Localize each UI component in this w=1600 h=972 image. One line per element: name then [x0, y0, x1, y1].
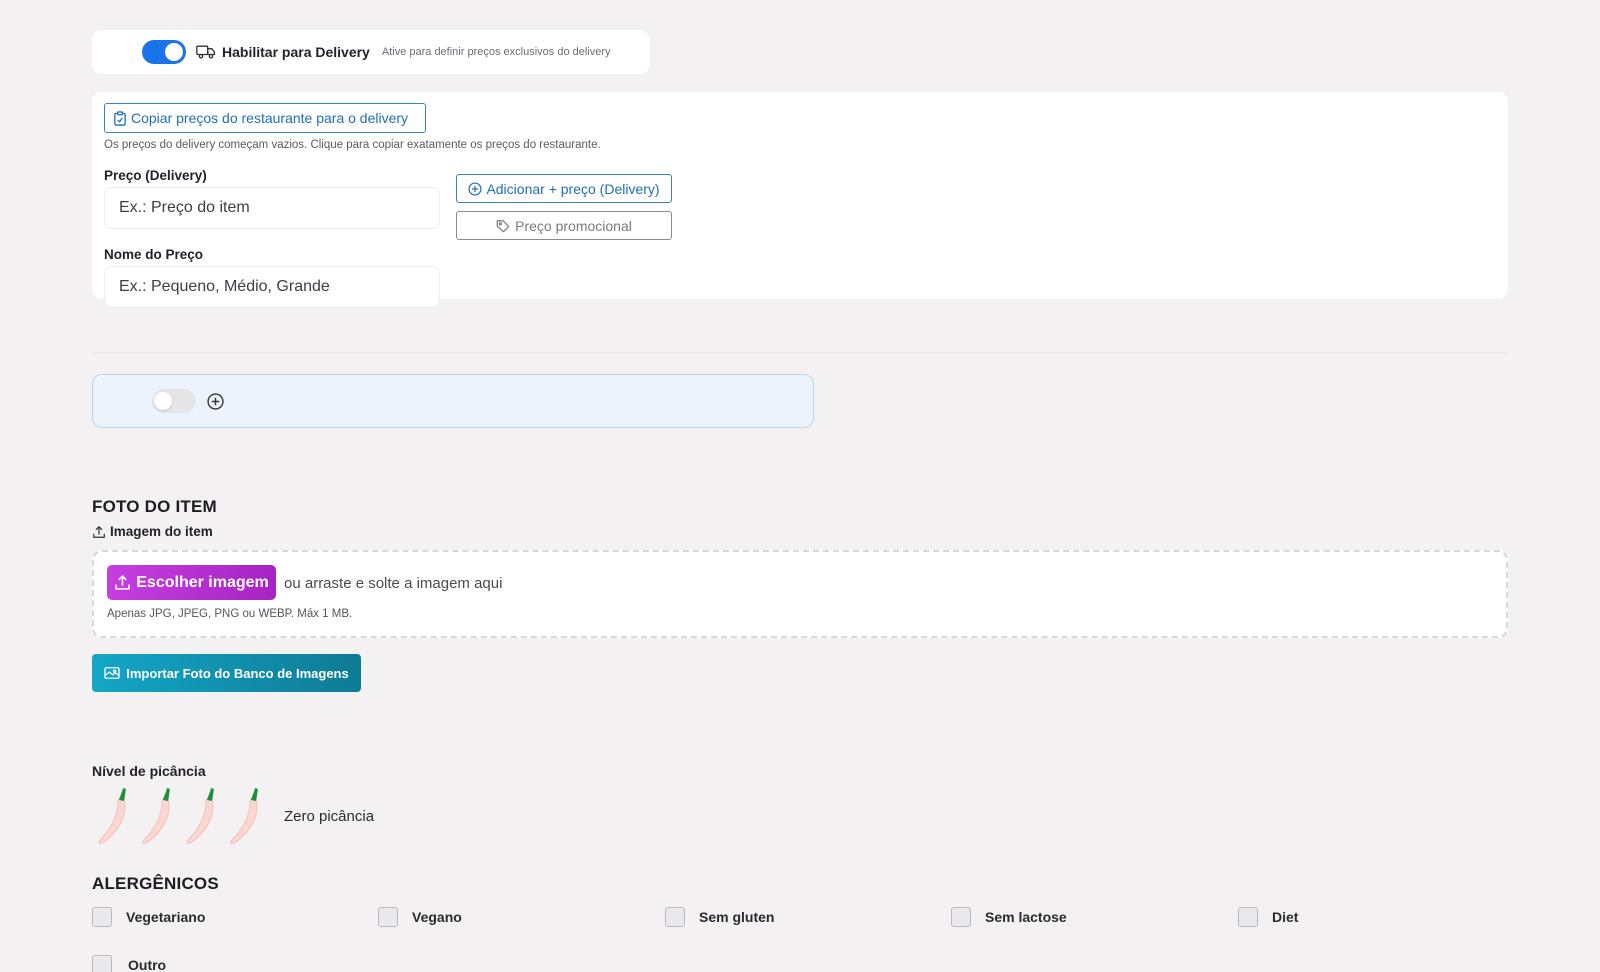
- choose-image-button[interactable]: Escolher imagem: [107, 565, 276, 600]
- delivery-title: Habilitar para Delivery: [222, 44, 370, 60]
- plus-circle-icon: [468, 181, 483, 196]
- upload-icon: [115, 574, 130, 590]
- import-photo-button[interactable]: Importar Foto do Banco de Imagens: [92, 654, 361, 692]
- checkbox[interactable]: [951, 907, 971, 927]
- promo-price-label: Preço promocional: [515, 217, 632, 234]
- photo-section-title: FOTO DO ITEM: [92, 497, 217, 516]
- allergen-label: Outro: [128, 957, 167, 972]
- file-format-hint: Apenas JPG, JPEG, PNG ou WEBP. Máx 1 MB.: [107, 608, 353, 620]
- truck-icon: [196, 45, 215, 59]
- tag-icon: [496, 219, 510, 232]
- copy-prices-button[interactable]: Copiar preços do restaurante para o deli…: [104, 103, 426, 133]
- delivery-toggle-card: Habilitar para Delivery Ative para defin…: [92, 30, 650, 74]
- checkbox[interactable]: [1238, 907, 1258, 927]
- pepper-icon[interactable]: [140, 786, 178, 846]
- import-photo-label: Importar Foto do Banco de Imagens: [126, 665, 349, 681]
- image-gallery-icon: [104, 667, 120, 679]
- copy-prices-hint: Os preços do delivery começam vazios. Cl…: [104, 139, 601, 151]
- price-name-input[interactable]: [104, 266, 440, 308]
- allergens-section-title: ALERGÊNICOS: [92, 874, 219, 893]
- pepper-icon[interactable]: [96, 786, 134, 846]
- extra-option-box: [92, 374, 814, 428]
- allergen-label: Sem gluten: [699, 909, 775, 925]
- checkbox[interactable]: [92, 955, 112, 972]
- clipboard-icon: [114, 110, 126, 126]
- extra-option-toggle[interactable]: [152, 389, 196, 413]
- add-price-label: Adicionar + preço (Delivery): [486, 180, 660, 197]
- add-price-button[interactable]: Adicionar + preço (Delivery): [456, 174, 672, 203]
- allergen-option[interactable]: Sem gluten: [665, 907, 774, 927]
- price-label: Preço (Delivery): [104, 168, 207, 183]
- pepper-icon[interactable]: [228, 786, 266, 846]
- delivery-hint: Ative para definir preços exclusivos do …: [381, 46, 611, 58]
- section-divider: [92, 352, 1508, 353]
- allergen-label: Sem lactose: [985, 909, 1067, 925]
- spice-level-label: Nível de picância: [92, 763, 206, 779]
- checkbox[interactable]: [665, 907, 685, 927]
- image-dropzone[interactable]: [92, 550, 1508, 638]
- allergen-option[interactable]: Vegano: [378, 907, 462, 927]
- choose-image-label: Escolher imagem: [136, 573, 269, 591]
- image-label-text: Imagem do item: [110, 524, 213, 539]
- pepper-icon[interactable]: [184, 786, 222, 846]
- upload-icon: [93, 525, 105, 538]
- allergen-option[interactable]: Diet: [1238, 907, 1298, 927]
- drop-instruction: ou arraste e solte a imagem aqui: [284, 575, 503, 592]
- toggle-knob: [165, 43, 183, 61]
- plus-circle-icon[interactable]: [207, 393, 224, 410]
- spice-level-text: Zero picância: [284, 808, 375, 825]
- checkbox[interactable]: [378, 907, 398, 927]
- allergen-option[interactable]: Outro: [92, 955, 166, 972]
- allergen-option[interactable]: Vegetariano: [92, 907, 205, 927]
- copy-prices-label: Copiar preços do restaurante para o deli…: [131, 110, 409, 126]
- delivery-toggle[interactable]: [142, 40, 186, 64]
- image-label: Imagem do item: [92, 524, 213, 539]
- checkbox[interactable]: [92, 907, 112, 927]
- allergen-label: Vegetariano: [126, 909, 206, 925]
- price-name-label: Nome do Preço: [104, 247, 204, 262]
- allergen-option[interactable]: Sem lactose: [951, 907, 1067, 927]
- allergen-label: Diet: [1272, 909, 1299, 925]
- toggle-knob: [154, 392, 172, 410]
- allergen-label: Vegano: [412, 909, 462, 925]
- spice-level-selector: [96, 786, 266, 846]
- promo-price-button[interactable]: Preço promocional: [456, 211, 672, 240]
- price-input[interactable]: [104, 187, 440, 229]
